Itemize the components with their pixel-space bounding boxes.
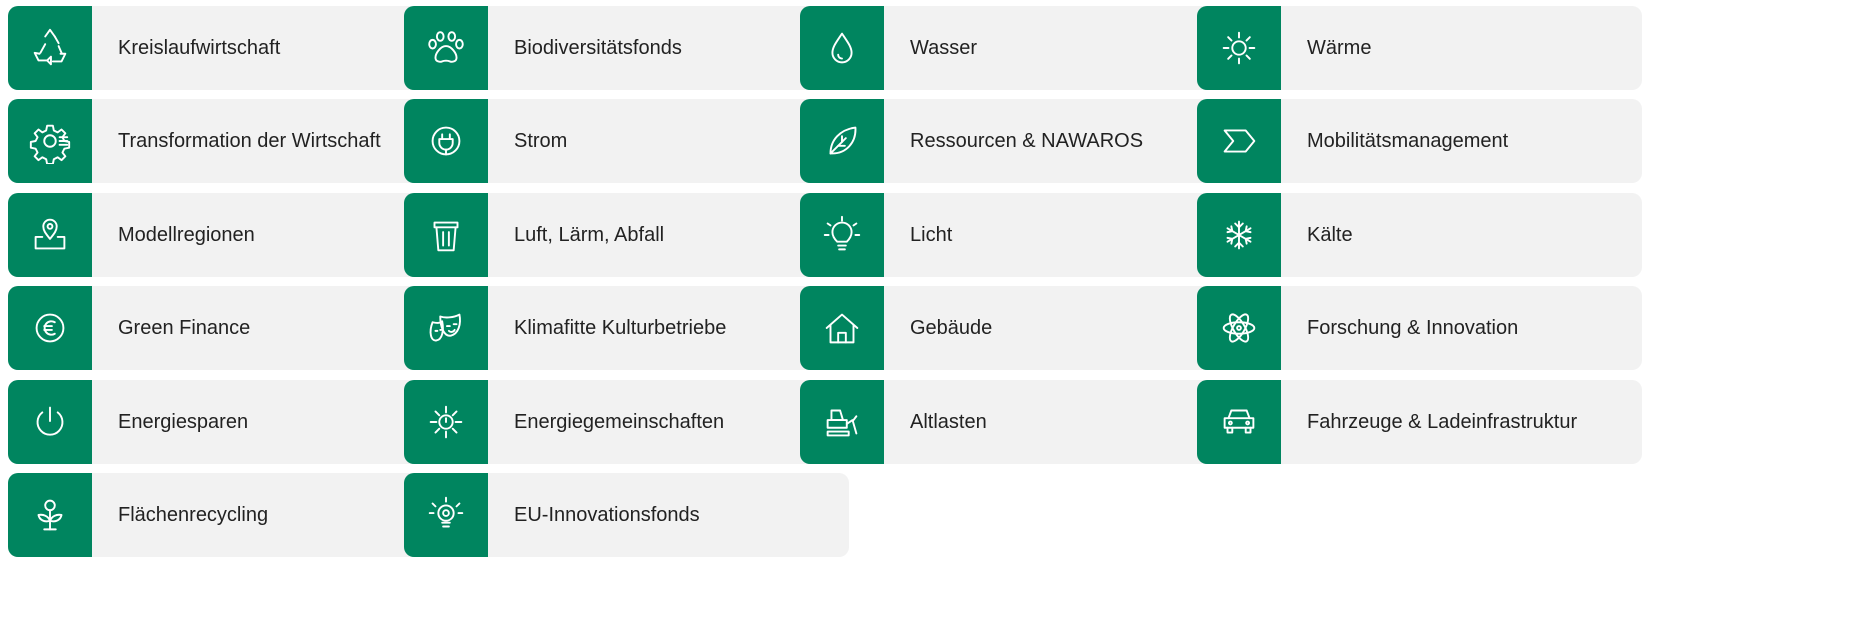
tile-wasser[interactable]: Wasser	[800, 6, 1245, 90]
tile-altlasten[interactable]: Altlasten	[800, 380, 1245, 464]
tile-label: Luft, Lärm, Abfall	[514, 223, 665, 246]
innovation-bulb-icon	[404, 473, 488, 557]
tile-waerme[interactable]: Wärme	[1197, 6, 1642, 90]
tile-label: Forschung & Innovation	[1307, 316, 1519, 339]
tile-label: Gebäude	[910, 316, 993, 339]
tile-klimafitte-kulturbetriebe[interactable]: Klimafitte Kulturbetriebe	[404, 286, 849, 370]
light-bulb-icon	[800, 193, 884, 277]
arrow-chevron-icon	[1197, 99, 1281, 183]
tile-label: Green Finance	[118, 316, 251, 339]
tile-licht[interactable]: Licht	[800, 193, 1245, 277]
tile-label: Flächenrecycling	[118, 503, 269, 526]
sprout-icon	[8, 473, 92, 557]
tile-strom[interactable]: Strom	[404, 99, 849, 183]
house-icon	[800, 286, 884, 370]
snowflake-icon	[1197, 193, 1281, 277]
tile-label: Klimafitte Kulturbetriebe	[514, 316, 727, 339]
euro-coin-icon	[8, 286, 92, 370]
power-plug-icon	[404, 99, 488, 183]
sun-rays-icon	[404, 380, 488, 464]
tile-label: Kälte	[1307, 223, 1353, 246]
tile-label: Energiesparen	[118, 410, 249, 433]
tile-label: Mobilitätsmanagement	[1307, 129, 1509, 152]
power-button-icon	[8, 380, 92, 464]
tile-label: Licht	[910, 223, 953, 246]
recycle-icon	[8, 6, 92, 90]
car-icon	[1197, 380, 1281, 464]
tile-label: EU-Innovationsfonds	[514, 503, 700, 526]
trash-can-icon	[404, 193, 488, 277]
tile-label: Altlasten	[910, 410, 987, 433]
atom-icon	[1197, 286, 1281, 370]
tile-label: Strom	[514, 129, 568, 152]
map-pin-icon	[8, 193, 92, 277]
paw-icon	[404, 6, 488, 90]
gear-icon	[8, 99, 92, 183]
tile-label: Modellregionen	[118, 223, 255, 246]
tile-label: Fahrzeuge & Ladeinfrastruktur	[1307, 410, 1578, 433]
tile-ressourcen[interactable]: Ressourcen & NAWAROS	[800, 99, 1245, 183]
tile-energiegemeinschaften[interactable]: Energiegemeinschaften	[404, 380, 849, 464]
tile-kreislaufwirtschaft[interactable]: Kreislaufwirtschaft	[8, 6, 453, 90]
water-drop-icon	[800, 6, 884, 90]
tile-label: Wasser	[910, 36, 978, 59]
tile-label: Ressourcen & NAWAROS	[910, 129, 1144, 152]
tile-kaelte[interactable]: Kälte	[1197, 193, 1642, 277]
sun-icon	[1197, 6, 1281, 90]
tile-mobilitaetsmanagement[interactable]: Mobilitätsmanagement	[1197, 99, 1642, 183]
tile-forschung-innovation[interactable]: Forschung & Innovation	[1197, 286, 1642, 370]
theater-masks-icon	[404, 286, 488, 370]
tile-label: Transformation der Wirtschaft	[118, 129, 381, 152]
tile-label: Kreislaufwirtschaft	[118, 36, 281, 59]
tile-label: Energiegemeinschaften	[514, 410, 725, 433]
tile-label: Biodiversitätsfonds	[514, 36, 682, 59]
leaf-icon	[800, 99, 884, 183]
tile-green-finance[interactable]: Green Finance	[8, 286, 453, 370]
tile-eu-innovationsfonds[interactable]: EU-Innovationsfonds	[404, 473, 849, 557]
tile-gebaeude[interactable]: Gebäude	[800, 286, 1245, 370]
tile-fahrzeuge[interactable]: Fahrzeuge & Ladeinfrastruktur	[1197, 380, 1642, 464]
tile-label: Wärme	[1307, 36, 1372, 59]
tile-luft-laerm-abfall[interactable]: Luft, Lärm, Abfall	[404, 193, 849, 277]
tile-modellregionen[interactable]: Modellregionen	[8, 193, 453, 277]
tile-energiesparen[interactable]: Energiesparen	[8, 380, 453, 464]
tile-flaechenrecycling[interactable]: Flächenrecycling	[8, 473, 453, 557]
tile-transformation[interactable]: Transformation der Wirtschaft	[8, 99, 453, 183]
tile-biodiversitaetsfonds[interactable]: Biodiversitätsfonds	[404, 6, 849, 90]
bulldozer-icon	[800, 380, 884, 464]
